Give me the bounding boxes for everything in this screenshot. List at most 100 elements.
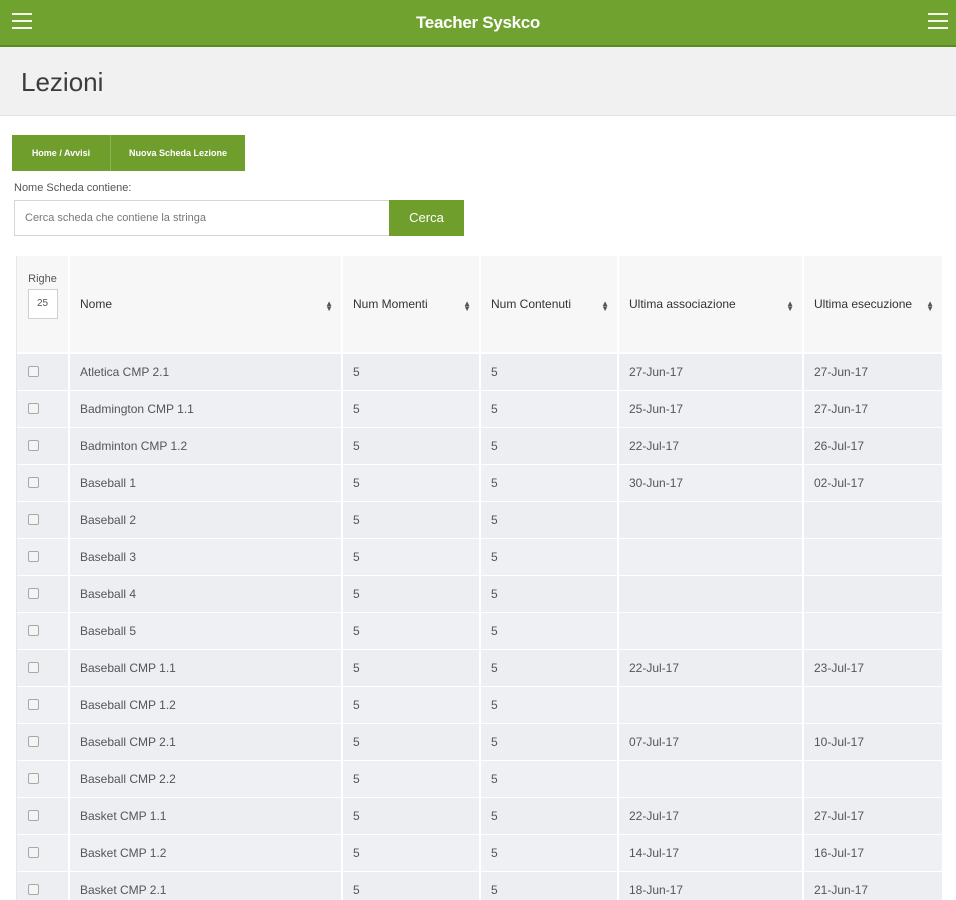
row-num-contenuti: 5 (480, 464, 619, 502)
row-checkbox[interactable] (28, 661, 39, 673)
sort-icon[interactable]: ▲ ▼ (601, 300, 609, 313)
row-checkbox-cell (17, 353, 70, 391)
row-ultima-associazione (618, 686, 804, 724)
table-row[interactable]: Basket CMP 2.1 5 5 18-Jun-17 21-Jun-17 (17, 871, 942, 900)
app-title: Teacher Syskco (415, 13, 540, 32)
row-num-momenti: 5 (342, 686, 481, 724)
row-checkbox[interactable] (28, 587, 39, 599)
row-num-contenuti: 5 (480, 612, 619, 650)
row-name: Baseball CMP 2.2 (69, 760, 343, 798)
row-ultima-esecuzione: 10-Jul-17 (803, 723, 942, 761)
table-row[interactable]: Atletica CMP 2.1 5 5 27-Jun-17 27-Jun-17 (17, 353, 942, 391)
row-checkbox[interactable] (28, 624, 39, 636)
row-name: Basket CMP 1.2 (69, 834, 343, 872)
row-name: Baseball CMP 2.1 (69, 723, 343, 761)
row-num-contenuti: 5 (480, 797, 619, 835)
column-header-num-contenuti[interactable]: Num Contenuti ▲ ▼ (480, 256, 619, 354)
table-row[interactable]: Baseball CMP 2.2 5 5 (17, 760, 942, 798)
row-num-momenti: 5 (342, 464, 481, 502)
row-ultima-associazione: 14-Jul-17 (618, 834, 804, 872)
sort-icon[interactable]: ▲ ▼ (325, 300, 333, 313)
row-num-contenuti: 5 (480, 353, 619, 391)
row-name: Baseball 1 (69, 464, 343, 502)
row-checkbox-cell (17, 723, 70, 761)
table-row[interactable]: Baseball CMP 1.1 5 5 22-Jul-17 23-Jul-17 (17, 649, 942, 687)
table-row[interactable]: Basket CMP 1.1 5 5 22-Jul-17 27-Jul-17 (17, 797, 942, 835)
sort-icon[interactable]: ▲ ▼ (786, 300, 794, 313)
table-row[interactable]: Baseball 255 (17, 501, 942, 539)
row-checkbox[interactable] (28, 772, 39, 784)
search-input[interactable] (14, 200, 390, 236)
row-ultima-associazione (618, 760, 804, 798)
row-ultima-esecuzione (803, 538, 942, 576)
row-checkbox[interactable] (28, 809, 39, 821)
table-row[interactable]: Badmington CMP 1.1 5 5 25-Jun-17 27-Jun-17 (17, 390, 942, 428)
row-ultima-associazione (618, 538, 804, 576)
row-checkbox[interactable] (28, 735, 39, 747)
row-name: Badminton CMP 1.2 (69, 427, 343, 465)
row-num-momenti: 5 (342, 538, 481, 576)
row-checkbox-cell (17, 501, 70, 539)
row-num-contenuti: 5 (480, 834, 619, 872)
row-ultima-associazione (618, 612, 804, 650)
row-ultima-associazione (618, 575, 804, 613)
row-num-momenti: 5 (342, 612, 481, 650)
row-num-contenuti: 5 (480, 390, 619, 428)
table-row[interactable]: Baseball 1 5 5 30-Jun-17 02-Jul-17 (17, 464, 942, 502)
table-row[interactable]: Baseball 555 (17, 612, 942, 650)
menu-icon-right[interactable] (928, 13, 948, 30)
new-lesson-sheet-button[interactable]: Nuova Scheda Lezione (111, 135, 245, 171)
row-checkbox[interactable] (28, 550, 39, 562)
table-row[interactable]: Baseball 355 (17, 538, 942, 576)
row-name: Atletica CMP 2.1 (69, 353, 343, 391)
row-checkbox[interactable] (28, 439, 39, 451)
row-checkbox[interactable] (28, 402, 39, 414)
row-num-momenti: 5 (342, 834, 481, 872)
column-header-ultima-associazione[interactable]: Ultima associazione ▲ ▼ (618, 256, 804, 354)
row-name: Baseball 2 (69, 501, 343, 539)
row-ultima-associazione: 22-Jul-17 (618, 427, 804, 465)
row-ultima-associazione: 18-Jun-17 (618, 871, 804, 900)
search-button[interactable]: Cerca (389, 200, 464, 236)
row-checkbox[interactable] (28, 513, 39, 525)
row-checkbox-cell (17, 427, 70, 465)
row-checkbox-cell (17, 390, 70, 428)
home-avvisi-button[interactable]: Home / Avvisi (12, 135, 111, 171)
row-checkbox[interactable] (28, 365, 39, 377)
column-header-label: Ultima associazione (629, 297, 736, 311)
rows-per-page-select[interactable]: 25 (27, 289, 58, 319)
search-label: Nome Scheda contiene: (14, 182, 132, 194)
row-name: Baseball 3 (69, 538, 343, 576)
lessons-table-container: Righe 25 Nome ▲ ▼ Num Momenti ▲ ▼ Num Conten… (16, 256, 942, 900)
lessons-table: Righe 25 Nome ▲ ▼ Num Momenti ▲ ▼ Num Conten… (17, 256, 942, 900)
row-num-contenuti: 5 (480, 538, 619, 576)
column-header-ultima-esecuzione[interactable]: Ultima esecuzione ▲ ▼ (803, 256, 942, 354)
table-row[interactable]: Badminton CMP 1.2 5 5 22-Jul-17 26-Jul-17 (17, 427, 942, 465)
row-num-contenuti: 5 (480, 723, 619, 761)
sort-icon[interactable]: ▲ ▼ (926, 300, 934, 313)
column-header-label: Ultima esecuzione (814, 297, 913, 311)
table-row[interactable]: Basket CMP 1.2 5 5 14-Jul-17 16-Jul-17 (17, 834, 942, 872)
row-checkbox[interactable] (28, 698, 39, 710)
row-name: Baseball CMP 1.1 (69, 649, 343, 687)
row-ultima-esecuzione (803, 575, 942, 613)
row-num-momenti: 5 (342, 390, 481, 428)
table-header-row: Righe 25 Nome ▲ ▼ Num Momenti ▲ ▼ Num Conten… (17, 256, 942, 354)
row-num-momenti: 5 (342, 501, 481, 539)
row-num-contenuti: 5 (480, 575, 619, 613)
row-checkbox[interactable] (28, 476, 39, 488)
row-ultima-esecuzione: 27-Jun-17 (803, 353, 942, 391)
column-header-nome[interactable]: Nome ▲ ▼ (69, 256, 343, 354)
row-ultima-esecuzione (803, 501, 942, 539)
row-checkbox[interactable] (28, 883, 39, 895)
row-ultima-associazione: 25-Jun-17 (618, 390, 804, 428)
row-num-momenti: 5 (342, 353, 481, 391)
table-row[interactable]: Baseball CMP 1.2 5 5 (17, 686, 942, 724)
table-row[interactable]: Baseball CMP 2.1 5 5 07-Jul-17 10-Jul-17 (17, 723, 942, 761)
row-checkbox[interactable] (28, 846, 39, 858)
sort-icon[interactable]: ▲ ▼ (463, 300, 471, 313)
table-row[interactable]: Baseball 455 (17, 575, 942, 613)
row-ultima-esecuzione (803, 612, 942, 650)
column-header-num-momenti[interactable]: Num Momenti ▲ ▼ (342, 256, 481, 354)
row-ultima-associazione: 22-Jul-17 (618, 649, 804, 687)
